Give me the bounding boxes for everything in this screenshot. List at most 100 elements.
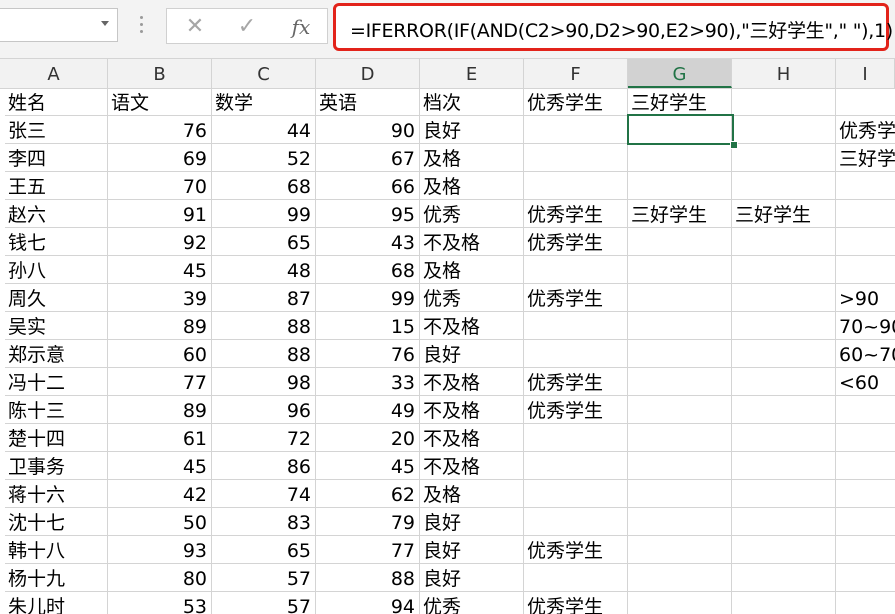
cell-g10[interactable] xyxy=(628,340,732,368)
cell-c14[interactable]: 86 xyxy=(212,452,316,480)
cell-i16[interactable] xyxy=(836,508,895,536)
cell-e11[interactable]: 不及格 xyxy=(420,368,524,396)
cell-g19[interactable] xyxy=(628,592,732,614)
cell-c12[interactable]: 96 xyxy=(212,396,316,424)
formula-input[interactable]: =IFERROR(IF(AND(C2>90,D2>90,E2>90),"三好学生… xyxy=(333,3,893,51)
cell-e9[interactable]: 不及格 xyxy=(420,312,524,340)
enter-icon[interactable]: ✓ xyxy=(235,15,259,39)
cell-a4[interactable]: 王五 xyxy=(5,172,108,200)
cell-e2[interactable]: 良好 xyxy=(420,116,524,144)
cell-i17[interactable] xyxy=(836,536,895,564)
cell-e14[interactable]: 不及格 xyxy=(420,452,524,480)
cell-g5[interactable]: 三好学生 xyxy=(628,200,732,228)
fill-handle[interactable] xyxy=(730,141,738,149)
cell-d5[interactable]: 95 xyxy=(316,200,420,228)
cell-b14[interactable]: 45 xyxy=(108,452,212,480)
cell-b10[interactable]: 60 xyxy=(108,340,212,368)
cell-i10[interactable]: 60~70 xyxy=(836,340,895,368)
cell-e16[interactable]: 良好 xyxy=(420,508,524,536)
cell-i18[interactable] xyxy=(836,564,895,592)
cell-g1[interactable]: 三好学生 xyxy=(628,88,732,116)
cell-f9[interactable] xyxy=(524,312,628,340)
cell-b19[interactable]: 53 xyxy=(108,592,212,614)
cell-c1[interactable]: 数学 xyxy=(212,88,316,116)
column-header-f[interactable]: F xyxy=(524,59,628,88)
cell-a6[interactable]: 钱七 xyxy=(5,228,108,256)
cell-a8[interactable]: 周久 xyxy=(5,284,108,312)
cell-a11[interactable]: 冯十二 xyxy=(5,368,108,396)
chevron-down-icon[interactable] xyxy=(101,21,109,26)
cell-f3[interactable] xyxy=(524,144,628,172)
cell-a18[interactable]: 杨十九 xyxy=(5,564,108,592)
cell-f12[interactable]: 优秀学生 xyxy=(524,396,628,424)
cell-f17[interactable]: 优秀学生 xyxy=(524,536,628,564)
cell-h9[interactable] xyxy=(732,312,836,340)
cell-b8[interactable]: 39 xyxy=(108,284,212,312)
cell-i2[interactable]: 优秀学 xyxy=(836,116,895,144)
cell-d1[interactable]: 英语 xyxy=(316,88,420,116)
cell-i7[interactable] xyxy=(836,256,895,284)
cell-d3[interactable]: 67 xyxy=(316,144,420,172)
cell-a12[interactable]: 陈十三 xyxy=(5,396,108,424)
cell-b16[interactable]: 50 xyxy=(108,508,212,536)
cell-h6[interactable] xyxy=(732,228,836,256)
cell-b5[interactable]: 91 xyxy=(108,200,212,228)
cell-b18[interactable]: 80 xyxy=(108,564,212,592)
cell-e4[interactable]: 及格 xyxy=(420,172,524,200)
cell-c5[interactable]: 99 xyxy=(212,200,316,228)
cell-a13[interactable]: 楚十四 xyxy=(5,424,108,452)
cell-b6[interactable]: 92 xyxy=(108,228,212,256)
cell-d14[interactable]: 45 xyxy=(316,452,420,480)
cell-i13[interactable] xyxy=(836,424,895,452)
cell-i19[interactable] xyxy=(836,592,895,614)
cell-i12[interactable] xyxy=(836,396,895,424)
cell-f7[interactable] xyxy=(524,256,628,284)
drag-handle-icon[interactable] xyxy=(140,16,144,36)
cell-d15[interactable]: 62 xyxy=(316,480,420,508)
cell-a2[interactable]: 张三 xyxy=(5,116,108,144)
cell-g9[interactable] xyxy=(628,312,732,340)
cell-i11[interactable]: <60 xyxy=(836,368,895,396)
cell-c17[interactable]: 65 xyxy=(212,536,316,564)
column-header-d[interactable]: D xyxy=(316,59,420,88)
cell-e10[interactable]: 良好 xyxy=(420,340,524,368)
cell-b1[interactable]: 语文 xyxy=(108,88,212,116)
cell-e6[interactable]: 不及格 xyxy=(420,228,524,256)
cell-e1[interactable]: 档次 xyxy=(420,88,524,116)
cell-e5[interactable]: 优秀 xyxy=(420,200,524,228)
cell-a19[interactable]: 朱儿时 xyxy=(5,592,108,614)
name-box[interactable] xyxy=(0,8,118,42)
cell-g17[interactable] xyxy=(628,536,732,564)
column-header-i[interactable]: I xyxy=(836,59,895,88)
cell-c3[interactable]: 52 xyxy=(212,144,316,172)
cell-i4[interactable] xyxy=(836,172,895,200)
cell-d8[interactable]: 99 xyxy=(316,284,420,312)
cell-g18[interactable] xyxy=(628,564,732,592)
cell-h12[interactable] xyxy=(732,396,836,424)
cell-f16[interactable] xyxy=(524,508,628,536)
cell-b3[interactable]: 69 xyxy=(108,144,212,172)
cell-e8[interactable]: 优秀 xyxy=(420,284,524,312)
cell-e15[interactable]: 及格 xyxy=(420,480,524,508)
cell-a10[interactable]: 郑示意 xyxy=(5,340,108,368)
insert-function-icon[interactable]: fx xyxy=(289,15,313,39)
cell-c10[interactable]: 88 xyxy=(212,340,316,368)
cell-h14[interactable] xyxy=(732,452,836,480)
cell-b11[interactable]: 77 xyxy=(108,368,212,396)
cell-a5[interactable]: 赵六 xyxy=(5,200,108,228)
cell-g8[interactable] xyxy=(628,284,732,312)
cell-c11[interactable]: 98 xyxy=(212,368,316,396)
cell-g14[interactable] xyxy=(628,452,732,480)
cell-g6[interactable] xyxy=(628,228,732,256)
cell-d12[interactable]: 49 xyxy=(316,396,420,424)
cell-h11[interactable] xyxy=(732,368,836,396)
active-cell-selection[interactable] xyxy=(627,114,734,145)
cell-e12[interactable]: 不及格 xyxy=(420,396,524,424)
column-header-c[interactable]: C xyxy=(212,59,316,88)
cell-a16[interactable]: 沈十七 xyxy=(5,508,108,536)
cell-e3[interactable]: 及格 xyxy=(420,144,524,172)
cell-d7[interactable]: 68 xyxy=(316,256,420,284)
cell-d10[interactable]: 76 xyxy=(316,340,420,368)
cell-f15[interactable] xyxy=(524,480,628,508)
cell-i1[interactable] xyxy=(836,88,895,116)
